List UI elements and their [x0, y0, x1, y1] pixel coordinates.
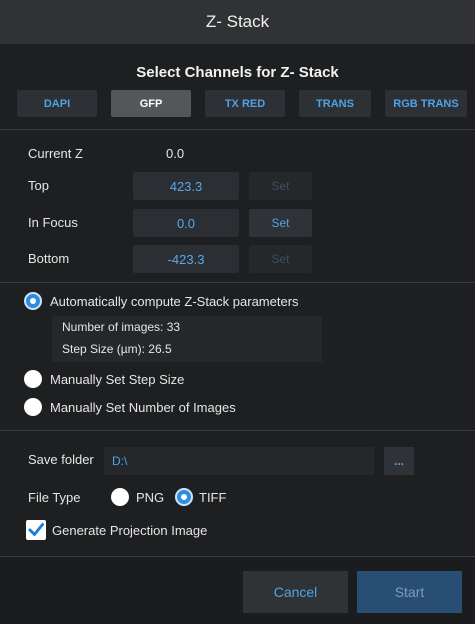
- current-z-value: 0.0: [166, 146, 185, 161]
- projection-label: Generate Projection Image: [52, 523, 208, 538]
- num-images-value: 33: [166, 320, 181, 334]
- in-focus-value-field[interactable]: 0.0: [133, 209, 239, 237]
- divider: [0, 129, 475, 130]
- set-focus-button[interactable]: Set: [249, 209, 312, 237]
- png-radio[interactable]: [111, 488, 129, 506]
- divider: [0, 282, 475, 283]
- channel-txred-button[interactable]: TX RED: [205, 90, 285, 117]
- save-folder-input[interactable]: D:\: [104, 447, 374, 475]
- window-title-bar: Z- Stack: [0, 0, 475, 44]
- browse-folder-button[interactable]: ...: [384, 447, 414, 475]
- top-label: Top: [28, 178, 49, 193]
- manual-step-radio[interactable]: [24, 370, 42, 388]
- step-size-row: Step Size (µm): 26.5: [62, 342, 172, 356]
- projection-checkbox[interactable]: [26, 520, 46, 540]
- set-bottom-button[interactable]: Set: [249, 245, 312, 273]
- channel-section-heading: Select Channels for Z- Stack: [136, 64, 339, 81]
- in-focus-label: In Focus: [28, 215, 78, 230]
- window-title: Z- Stack: [205, 12, 270, 31]
- channel-rgb-trans-button[interactable]: RGB TRANS: [385, 90, 467, 117]
- channel-dapi-button[interactable]: DAPI: [17, 90, 97, 117]
- auto-compute-label: Automatically compute Z-Stack parameters: [50, 294, 299, 309]
- tiff-label: TIFF: [199, 490, 227, 505]
- bottom-value-field[interactable]: -423.3: [133, 245, 239, 273]
- divider: [0, 430, 475, 431]
- top-value-field[interactable]: 423.3: [133, 172, 239, 200]
- cancel-button[interactable]: Cancel: [243, 571, 348, 613]
- num-images-row: Number of images: 33: [62, 320, 180, 334]
- num-images-label: Number of images:: [62, 320, 164, 334]
- manual-number-label: Manually Set Number of Images: [50, 400, 236, 415]
- current-z-label: Current Z: [28, 146, 83, 161]
- channel-trans-button[interactable]: TRANS: [299, 90, 371, 117]
- step-size-value: 26.5: [148, 342, 172, 356]
- bottom-label: Bottom: [28, 251, 70, 266]
- save-folder-label: Save folder: [28, 452, 94, 467]
- set-top-button[interactable]: Set: [249, 172, 312, 200]
- tiff-radio[interactable]: [175, 488, 193, 506]
- step-size-label: Step Size (µm):: [62, 342, 145, 356]
- manual-number-radio[interactable]: [24, 398, 42, 416]
- manual-step-label: Manually Set Step Size: [50, 372, 185, 387]
- start-button[interactable]: Start: [357, 571, 462, 613]
- auto-compute-radio[interactable]: [24, 292, 42, 310]
- channel-button-group: DAPI GFP TX RED TRANS RGB TRANS: [17, 90, 467, 117]
- png-label: PNG: [136, 490, 165, 505]
- file-type-label: File Type: [28, 490, 81, 505]
- checkmark-icon: [28, 523, 44, 536]
- channel-gfp-button[interactable]: GFP: [111, 90, 191, 117]
- divider: [0, 556, 475, 557]
